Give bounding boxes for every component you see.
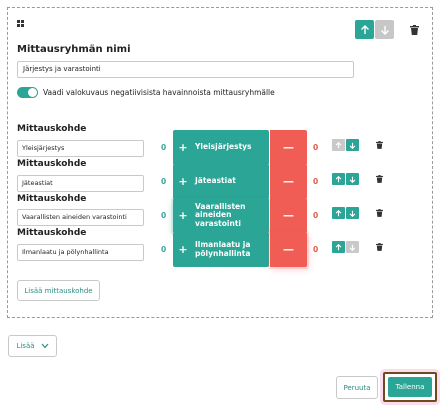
arrow-up-icon xyxy=(335,243,342,250)
trash-icon xyxy=(375,141,383,149)
item-name-input[interactable]: Yleisjärjestys xyxy=(17,140,144,157)
item-delete-button[interactable] xyxy=(373,207,385,219)
item-name-input[interactable]: Vaarallisten aineiden varastointi xyxy=(17,209,144,226)
item-move-up-button[interactable] xyxy=(332,207,345,219)
trash-icon xyxy=(375,209,383,217)
save-button-focus-ring: Tallenna xyxy=(383,372,437,402)
negative-observation-button[interactable]: — xyxy=(270,232,307,267)
positive-count: 0 xyxy=(161,177,167,186)
item-label: Mittauskohde xyxy=(17,228,87,238)
item-move-up-button[interactable] xyxy=(332,139,345,151)
arrow-down-icon xyxy=(349,176,356,183)
positive-button-label: Ilmanlaatu ja pölynhallinta xyxy=(195,240,251,258)
negative-observation-button[interactable]: — xyxy=(270,198,307,233)
more-button-label: Lisää xyxy=(16,342,35,350)
item-move-down-button[interactable] xyxy=(346,173,359,185)
group-name-label: Mittausryhmän nimi xyxy=(17,44,131,55)
trash-icon xyxy=(375,243,383,251)
negative-count: 0 xyxy=(313,245,319,254)
item-delete-button[interactable] xyxy=(373,241,385,253)
item-delete-button[interactable] xyxy=(373,139,385,151)
item-move-down-button[interactable] xyxy=(346,241,359,253)
item-delete-button[interactable] xyxy=(373,173,385,185)
cancel-button[interactable]: Peruuta xyxy=(336,376,378,399)
item-label: Mittauskohde xyxy=(17,124,87,134)
group-move-down-button[interactable] xyxy=(375,20,394,39)
arrow-up-icon xyxy=(335,141,342,148)
group-move-up-button[interactable] xyxy=(355,20,374,39)
positive-observation-button[interactable]: + Jäteastiat xyxy=(173,164,269,199)
item-move-up-button[interactable] xyxy=(332,173,345,185)
group-name-input[interactable]: Järjestys ja varastointi xyxy=(17,61,354,78)
arrow-up-icon xyxy=(335,175,342,182)
arrow-down-icon xyxy=(349,244,356,251)
item-label: Mittauskohde xyxy=(17,159,87,169)
item-name-input[interactable]: Jäteastiat xyxy=(17,175,144,192)
trash-icon xyxy=(409,25,419,35)
negative-count: 0 xyxy=(313,177,319,186)
plus-icon: + xyxy=(178,141,188,154)
arrow-down-icon xyxy=(380,25,389,35)
positive-count: 0 xyxy=(161,245,167,254)
negative-count: 0 xyxy=(313,143,319,152)
plus-icon: + xyxy=(178,175,188,188)
positive-count: 0 xyxy=(161,143,167,152)
positive-observation-button[interactable]: + Ilmanlaatu ja pölynhallinta xyxy=(173,232,269,267)
negative-count: 0 xyxy=(313,211,319,220)
plus-icon: + xyxy=(178,209,188,222)
drag-handle-icon[interactable] xyxy=(17,20,24,27)
item-name-input[interactable]: Ilmanlaatu ja pölynhallinta xyxy=(17,244,144,261)
chevron-down-icon xyxy=(41,343,48,349)
photo-required-toggle[interactable] xyxy=(17,87,38,98)
positive-button-label: Yleisjärjestys xyxy=(195,142,252,152)
save-button[interactable]: Tallenna xyxy=(388,377,432,397)
item-label: Mittauskohde xyxy=(17,194,87,204)
item-move-up-button[interactable] xyxy=(332,241,345,253)
plus-icon: + xyxy=(178,243,188,256)
arrow-down-icon xyxy=(349,142,356,149)
arrow-up-icon xyxy=(335,209,342,216)
trash-icon xyxy=(375,175,383,183)
positive-count: 0 xyxy=(161,211,167,220)
item-move-down-button[interactable] xyxy=(346,207,359,219)
positive-button-label: Vaarallisten aineiden varastointi xyxy=(195,201,246,228)
positive-observation-button[interactable]: + Vaarallisten aineiden varastointi xyxy=(173,198,269,233)
arrow-up-icon xyxy=(360,24,369,34)
negative-observation-button[interactable]: — xyxy=(270,164,307,199)
positive-button-label: Jäteastiat xyxy=(195,176,236,186)
add-measurement-item-button[interactable]: Lisää mittauskohde xyxy=(17,280,100,301)
more-dropdown-button[interactable]: Lisää xyxy=(8,335,57,357)
item-move-down-button[interactable] xyxy=(346,139,359,151)
negative-observation-button[interactable]: — xyxy=(270,130,307,165)
group-delete-button[interactable] xyxy=(408,24,420,36)
photo-required-label: Vaadi valokuvaus negatiivisista havainno… xyxy=(43,88,275,97)
arrow-down-icon xyxy=(349,210,356,217)
positive-observation-button[interactable]: + Yleisjärjestys xyxy=(173,130,269,165)
